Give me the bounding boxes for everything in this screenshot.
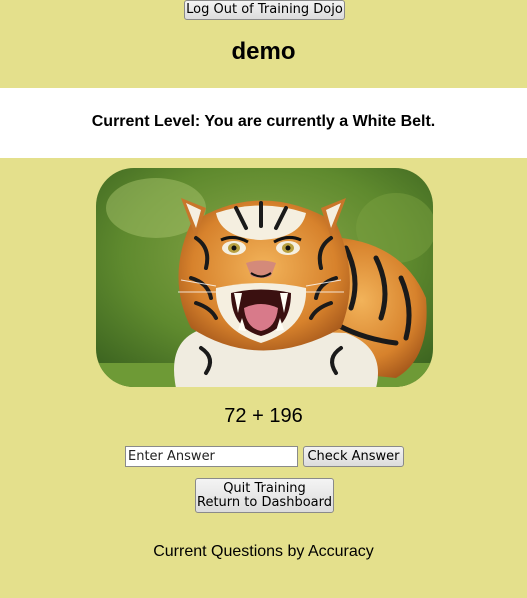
level-banner: Current Level: You are currently a White… bbox=[0, 88, 527, 158]
answer-input[interactable] bbox=[125, 446, 298, 467]
return-to-dashboard-label: Return to Dashboard bbox=[197, 494, 332, 510]
logout-button[interactable]: Log Out of Training Dojo bbox=[184, 0, 345, 20]
username-heading: demo bbox=[231, 38, 296, 65]
quit-training-button[interactable]: Quit Training Return to Dashboard bbox=[195, 478, 334, 513]
math-question: 72 + 196 bbox=[224, 405, 303, 427]
current-level-text: Current Level: You are currently a White… bbox=[91, 113, 436, 130]
tiger-image bbox=[96, 168, 433, 387]
accuracy-section-title: Current Questions by Accuracy bbox=[153, 543, 374, 560]
check-answer-button[interactable]: Check Answer bbox=[303, 446, 404, 467]
quit-training-label: Quit Training bbox=[223, 480, 306, 496]
